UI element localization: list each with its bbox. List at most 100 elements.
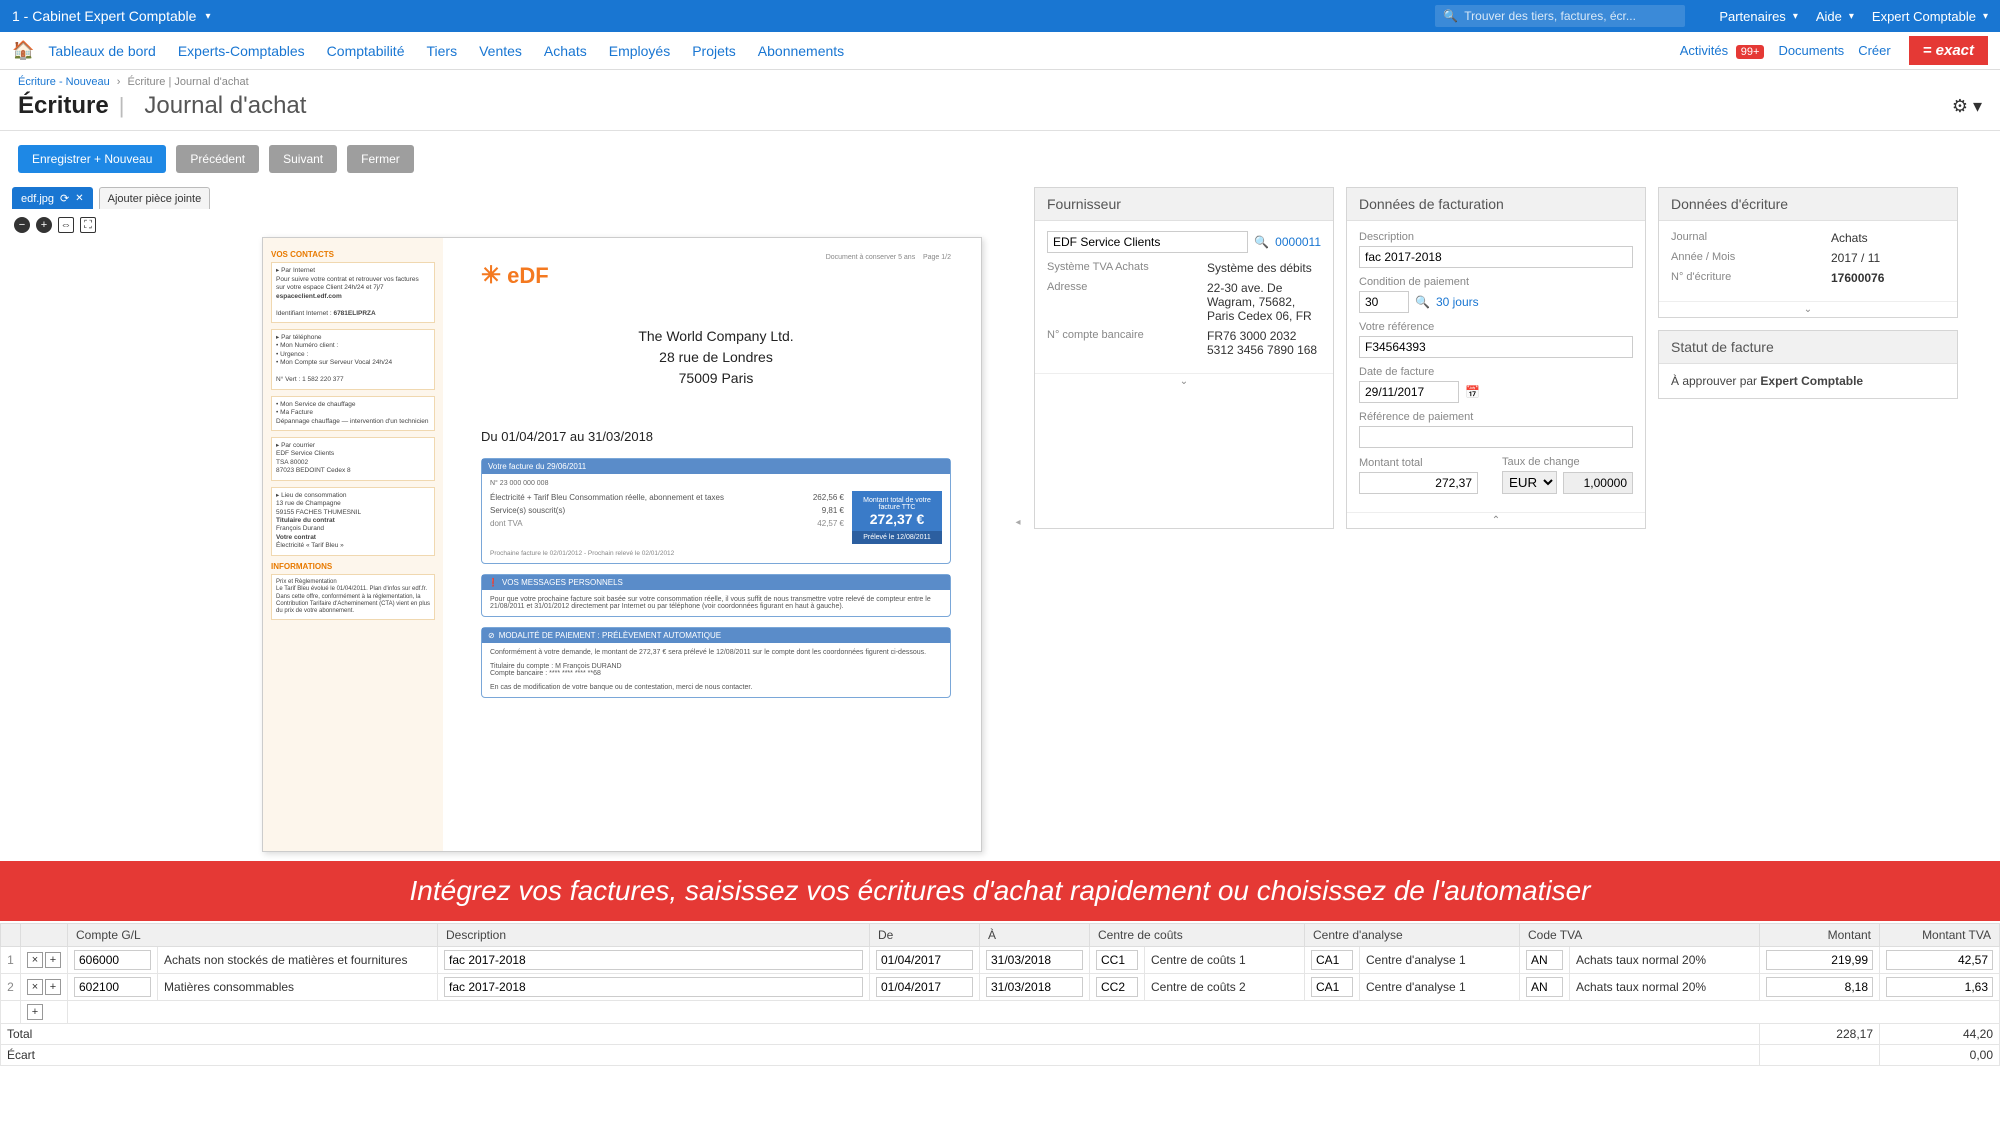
add-row-icon[interactable]: + [45, 952, 61, 968]
add-attachment-tab[interactable]: Ajouter pièce jointe [99, 187, 211, 209]
panel-expander[interactable]: ⌄ [1035, 373, 1333, 389]
remove-row-icon[interactable]: × [27, 952, 43, 968]
refresh-icon[interactable]: ⟳ [60, 192, 69, 205]
nav-accounting[interactable]: Comptabilité [327, 43, 405, 59]
add-row-icon[interactable]: + [27, 1004, 43, 1020]
remove-row-icon[interactable]: × [27, 979, 43, 995]
partners-menu[interactable]: Partenaires [1719, 9, 1798, 24]
nav-purchases[interactable]: Achats [544, 43, 587, 59]
desc-input[interactable] [444, 977, 863, 997]
billing-date-input[interactable] [1359, 381, 1459, 403]
billing-cond-input[interactable] [1359, 291, 1409, 313]
col-vat[interactable]: Code TVA [1520, 924, 1760, 947]
nav-sales[interactable]: Ventes [479, 43, 522, 59]
status-panel-title: Statut de facture [1659, 331, 1957, 364]
billing-payref-input[interactable] [1359, 426, 1633, 448]
billing-cond-link[interactable]: 30 jours [1436, 295, 1479, 309]
billing-ref-input[interactable] [1359, 336, 1633, 358]
panel-expander[interactable]: ⌃ [1347, 512, 1645, 528]
cc-input[interactable] [1096, 950, 1138, 970]
desc-input[interactable] [444, 950, 863, 970]
close-button[interactable]: Fermer [347, 145, 414, 173]
col-ca[interactable]: Centre d'analyse [1305, 924, 1520, 947]
to-input[interactable] [986, 950, 1083, 970]
zoom-out-icon[interactable]: − [14, 217, 30, 233]
from-input[interactable] [876, 977, 973, 997]
currency-select[interactable]: EUR [1502, 471, 1557, 494]
page-subtitle: Journal d'achat [144, 92, 306, 120]
vat-amount-input[interactable] [1886, 977, 1993, 997]
settings-icon[interactable]: ⚙ ▾ [1952, 96, 1982, 117]
nav-dashboards[interactable]: Tableaux de bord [48, 43, 155, 59]
user-menu[interactable]: Expert Comptable [1872, 9, 1988, 24]
ca-input[interactable] [1311, 977, 1353, 997]
activities-badge: 99+ [1736, 45, 1765, 59]
search-input[interactable] [1464, 9, 1677, 23]
col-desc[interactable]: Description [438, 924, 870, 947]
zoom-in-icon[interactable]: + [36, 217, 52, 233]
close-tab-icon[interactable]: ✕ [75, 193, 83, 204]
nav-subscriptions[interactable]: Abonnements [758, 43, 844, 59]
panel-expander[interactable]: ⌄ [1659, 301, 1957, 317]
status-panel: Statut de facture À approuver par Expert… [1658, 330, 1958, 399]
nav-activities-label: Activités [1680, 43, 1728, 58]
nav-activities[interactable]: Activités 99+ [1680, 43, 1765, 58]
ca-input[interactable] [1311, 950, 1353, 970]
amount-input[interactable] [1766, 950, 1873, 970]
vat-input[interactable] [1526, 977, 1563, 997]
entry-panel: Données d'écriture JournalAchats Année /… [1658, 187, 1958, 318]
billing-panel: Données de facturation Description Condi… [1346, 187, 1646, 529]
document-preview: VOS CONTACTS ▸ Par InternetPour suivre v… [262, 237, 982, 852]
topbar: 1 - Cabinet Expert Comptable 🔍 Partenair… [0, 0, 2000, 32]
lookup-icon[interactable]: 🔍 [1415, 295, 1430, 309]
from-input[interactable] [876, 950, 973, 970]
amount-input[interactable] [1766, 977, 1873, 997]
billing-desc-input[interactable] [1359, 246, 1633, 268]
fit-width-icon[interactable]: ⇔ [58, 217, 74, 233]
breadcrumb-link[interactable]: Écriture - Nouveau [18, 76, 110, 88]
global-search[interactable]: 🔍 [1435, 5, 1685, 27]
breadcrumb-current: Écriture | Journal d'achat [128, 76, 249, 88]
help-menu[interactable]: Aide [1816, 9, 1854, 24]
col-to[interactable]: À [980, 924, 1090, 947]
prev-button[interactable]: Précédent [176, 145, 259, 173]
billing-total-input[interactable] [1359, 472, 1478, 494]
supplier-name-input[interactable] [1047, 231, 1248, 253]
fit-page-icon[interactable]: ⛶ [80, 217, 96, 233]
vat-amount-input[interactable] [1886, 950, 1993, 970]
total-label: Total [1, 1024, 1760, 1045]
save-new-button[interactable]: Enregistrer + Nouveau [18, 145, 166, 173]
nav-experts[interactable]: Experts-Comptables [178, 43, 305, 59]
diff-label: Écart [1, 1045, 1760, 1066]
calendar-icon[interactable]: 📅 [1465, 385, 1480, 399]
home-icon[interactable]: 🏠 [12, 40, 34, 61]
doc-infos-title: INFORMATIONS [271, 562, 435, 572]
vat-input[interactable] [1526, 950, 1563, 970]
nav-create[interactable]: Créer [1858, 43, 1891, 58]
next-button[interactable]: Suivant [269, 145, 337, 173]
nav-employees[interactable]: Employés [609, 43, 670, 59]
gl-input[interactable] [74, 950, 151, 970]
supplier-code-link[interactable]: 0000011 [1275, 235, 1321, 249]
company-selector[interactable]: 1 - Cabinet Expert Comptable [12, 8, 210, 24]
col-amount[interactable]: Montant [1760, 924, 1880, 947]
resize-handle[interactable]: ◂ [1014, 187, 1022, 857]
entry-panel-title: Données d'écriture [1659, 188, 1957, 221]
col-gl[interactable]: Compte G/L [68, 924, 438, 947]
col-cc[interactable]: Centre de coûts [1090, 924, 1305, 947]
supplier-panel: Fournisseur 🔍 0000011 Système TVA Achats… [1034, 187, 1334, 529]
col-from[interactable]: De [870, 924, 980, 947]
status-approver: Expert Comptable [1760, 374, 1863, 388]
nav-tiers[interactable]: Tiers [427, 43, 458, 59]
diff-amount: 0,00 [1880, 1045, 2000, 1066]
add-row-icon[interactable]: + [45, 979, 61, 995]
cc-input[interactable] [1096, 977, 1138, 997]
doc-contacts-title: VOS CONTACTS [271, 250, 435, 260]
attachment-tab[interactable]: edf.jpg ⟳ ✕ [12, 187, 93, 209]
nav-documents[interactable]: Documents [1778, 43, 1844, 58]
lookup-icon[interactable]: 🔍 [1254, 235, 1269, 249]
gl-input[interactable] [74, 977, 151, 997]
col-vat-amount[interactable]: Montant TVA [1880, 924, 2000, 947]
to-input[interactable] [986, 977, 1083, 997]
nav-projects[interactable]: Projets [692, 43, 736, 59]
